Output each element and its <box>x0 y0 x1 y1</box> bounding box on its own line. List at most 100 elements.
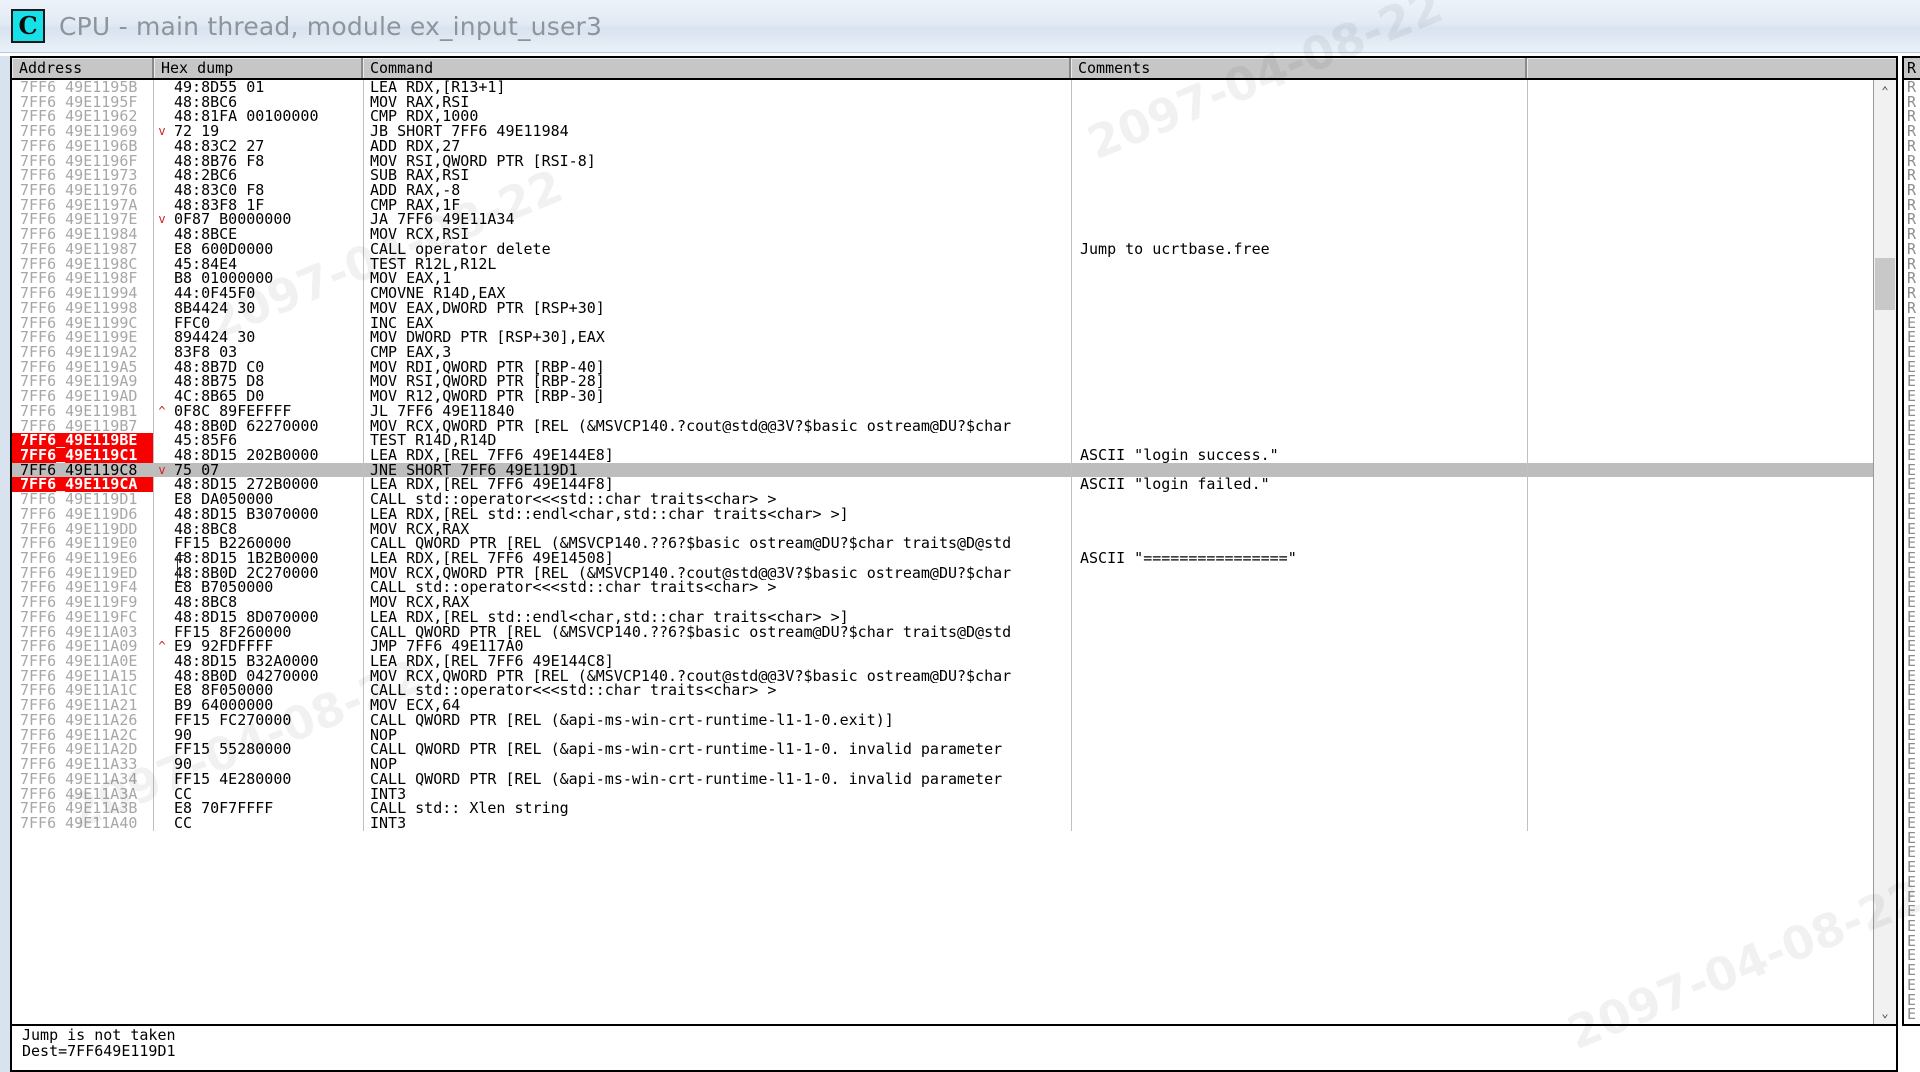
row-command[interactable]: TEST R14D,R14D <box>363 433 1071 448</box>
row-comment[interactable] <box>1071 712 1527 728</box>
table-row[interactable]: 7FF6_49E119A5 48:8B7D C0 MOV RDI,QWORD PTR… <box>12 359 1896 375</box>
row-command[interactable]: SUB RAX,RSI <box>363 168 1071 184</box>
row-hexdump[interactable]: 44:0F45F0 <box>170 286 363 301</box>
row-comment[interactable] <box>1071 168 1527 184</box>
table-row[interactable]: 7FF6_49E1196B 48:83C2 27 ADD RDX,27 <box>12 138 1896 154</box>
row-command[interactable]: CMOVNE R14D,EAX <box>363 286 1071 301</box>
cpu-disassembly-pane[interactable]: Address Hex dump Command Comments 7FF6_4… <box>10 56 1898 1026</box>
row-comment[interactable] <box>1071 506 1527 522</box>
row-comment[interactable] <box>1071 815 1527 831</box>
row-address[interactable]: 7FF6_49E1196B <box>12 138 154 154</box>
row-address[interactable]: 7FF6_49E11987 <box>12 241 154 257</box>
row-command[interactable]: CMP RAX,1F <box>363 197 1071 213</box>
table-row[interactable]: 7FF6_49E119DD 48:8BC8 MOV RCX,RAX <box>12 521 1896 537</box>
row-hexdump[interactable]: 48:8D15 8D070000 <box>170 610 363 625</box>
table-row[interactable]: 7FF6_49E11998 8B4424 30 MOV EAX,DWORD PTR … <box>12 300 1896 316</box>
row-hexdump[interactable]: 48:2BC6 <box>170 168 363 183</box>
row-command[interactable]: NOP <box>363 757 1071 772</box>
table-row[interactable]: 7FF6_49E119CA 48:8D15 272B0000 LEA RDX,[RE… <box>12 477 1896 493</box>
row-comment[interactable] <box>1071 271 1527 287</box>
row-comment[interactable] <box>1071 256 1527 272</box>
row-address[interactable]: 7FF6_49E11973 <box>12 168 154 184</box>
row-address[interactable]: 7FF6_49E11A34 <box>12 771 154 787</box>
row-command[interactable]: MOV RCX,RAX <box>363 595 1071 610</box>
row-hexdump[interactable]: 45:85F6 <box>170 433 363 448</box>
table-row[interactable]: 7FF6_49E11994 44:0F45F0 CMOVNE R14D,EAX <box>12 286 1896 301</box>
row-command[interactable]: MOV RSI,QWORD PTR [RBP-28] <box>363 374 1071 390</box>
row-command[interactable]: MOV R12,QWORD PTR [RBP-30] <box>363 389 1071 404</box>
row-hexdump[interactable]: 48:81FA 00100000 <box>170 109 363 124</box>
row-hexdump[interactable]: FF15 B2260000 <box>170 536 363 551</box>
row-hexdump[interactable]: 83F8 03 <box>170 345 363 360</box>
row-hexdump[interactable]: E9 92FDFFFF <box>170 639 363 654</box>
row-hexdump[interactable]: E8 600D0000 <box>170 242 363 257</box>
table-row[interactable]: 7FF6_49E11962 48:81FA 00100000 CMP RDX,100… <box>12 109 1896 125</box>
table-row[interactable]: 7FF6_49E1197A 48:83F8 1F CMP RAX,1F <box>12 197 1896 213</box>
row-comment[interactable] <box>1071 183 1527 198</box>
row-address[interactable]: 7FF6_49E11984 <box>12 227 154 242</box>
row-command[interactable]: LEA RDX,[REL std::endl<char,std::char_tr… <box>363 609 1071 625</box>
row-comment[interactable] <box>1071 389 1527 404</box>
row-address[interactable]: 7FF6_49E119ED <box>12 565 154 581</box>
row-hexdump[interactable]: 48:83C0 F8 <box>170 183 363 198</box>
row-command[interactable]: LEA RDX,[REL 7FF6_49E144C8] <box>363 654 1071 669</box>
row-command[interactable]: MOV DWORD PTR [RSP+30],EAX <box>363 330 1071 345</box>
row-command[interactable]: CALL QWORD PTR [REL (&api-ms-win-crt-run… <box>363 742 1071 758</box>
row-address[interactable]: 7FF6_49E1195F <box>12 94 154 110</box>
row-hexdump[interactable]: 48:8D15 B3070000 <box>170 507 363 522</box>
table-row[interactable]: 7FF6_49E119AD 4C:8B65 D0 MOV R12,QWORD PTR… <box>12 389 1896 404</box>
row-comment[interactable] <box>1071 344 1527 360</box>
table-row[interactable]: 7FF6_49E11A33 90 NOP <box>12 757 1896 772</box>
row-command[interactable]: CALL QWORD PTR [REL (&MSVCP140.??6?$basi… <box>363 536 1071 551</box>
row-command[interactable]: CALL QWORD PTR [REL (&api-ms-win-crt-run… <box>363 712 1071 728</box>
table-row[interactable]: 7FF6_49E1195B 49:8D55 01 LEA RDX,[R13+1] <box>12 80 1896 95</box>
row-comment[interactable] <box>1071 742 1527 758</box>
row-address[interactable]: 7FF6_49E119CA <box>12 477 154 493</box>
row-hexdump[interactable]: 48:8B76 F8 <box>170 154 363 169</box>
row-address[interactable]: 7FF6_49E119C1 <box>12 447 154 463</box>
row-hexdump[interactable]: 48:8BC8 <box>170 522 363 537</box>
row-hexdump[interactable]: 0F8C 89FEFFFF <box>170 404 363 419</box>
table-row[interactable]: 7FF6_49E119C8 v 75 07 JNE SHORT 7FF6_49E119… <box>12 462 1896 478</box>
row-command[interactable]: MOV ECX,64 <box>363 698 1071 713</box>
row-comment[interactable] <box>1071 683 1527 699</box>
row-hexdump[interactable]: E8 DA050000 <box>170 492 363 507</box>
row-address[interactable]: 7FF6_49E11A0E <box>12 654 154 669</box>
table-row[interactable]: 7FF6_49E119F4 E8 B7050000 CALL std::operat… <box>12 580 1896 596</box>
table-row[interactable]: 7FF6_49E119B7 48:8B0D 62270000 MOV RCX,QWO… <box>12 418 1896 434</box>
row-hexdump[interactable]: CC <box>170 787 363 802</box>
row-command[interactable]: INT3 <box>363 786 1071 802</box>
table-row[interactable]: 7FF6_49E119F9 48:8BC8 MOV RCX,RAX <box>12 595 1896 610</box>
row-address[interactable]: 7FF6_49E11A3B <box>12 801 154 816</box>
row-address[interactable]: 7FF6_49E1197A <box>12 197 154 213</box>
table-row[interactable]: 7FF6_49E119E0 FF15 B2260000 CALL QWORD PTR… <box>12 536 1896 551</box>
row-comment[interactable] <box>1071 521 1527 537</box>
row-hexdump[interactable]: 90 <box>170 757 363 772</box>
row-address[interactable]: 7FF6_49E119D1 <box>12 492 154 507</box>
row-hexdump[interactable]: 72 19 <box>170 124 363 139</box>
row-comment[interactable] <box>1071 698 1527 713</box>
row-address[interactable]: 7FF6_49E1197E <box>12 212 154 228</box>
row-address[interactable]: 7FF6_49E11976 <box>12 183 154 198</box>
row-hexdump[interactable]: 48:8BC8 <box>170 595 363 610</box>
row-hexdump[interactable]: 48:8D15 272B0000 <box>170 477 363 492</box>
row-command[interactable]: JA 7FF6_49E11A34 <box>363 212 1071 228</box>
row-comment[interactable] <box>1071 286 1527 301</box>
row-comment[interactable] <box>1071 315 1527 331</box>
row-command[interactable]: MOV RSI,QWORD PTR [RSI-8] <box>363 153 1071 169</box>
row-address[interactable]: 7FF6_49E119DD <box>12 521 154 537</box>
row-address[interactable]: 7FF6_49E1195B <box>12 80 154 95</box>
row-comment[interactable] <box>1071 403 1527 419</box>
row-comment[interactable] <box>1071 124 1527 139</box>
row-comment[interactable] <box>1071 462 1527 478</box>
table-row[interactable]: 7FF6_49E11A3A CC INT3 <box>12 786 1896 802</box>
table-row[interactable]: 7FF6_49E1198C 45:84E4 TEST R12L,R12L <box>12 256 1896 272</box>
row-comment[interactable] <box>1071 374 1527 390</box>
row-comment[interactable] <box>1071 624 1527 640</box>
table-row[interactable]: 7FF6_49E11A03 FF15 8F260000 CALL QWORD PTR… <box>12 624 1896 640</box>
row-address[interactable]: 7FF6_49E119E6 <box>12 551 154 566</box>
row-comment[interactable] <box>1071 227 1527 242</box>
registers-pane[interactable]: R RRRRRRRRRRRRRRRREEEEEEEEEEEEEEEEEEEEEE… <box>1902 56 1920 1026</box>
row-command[interactable]: LEA RDX,[R13+1] <box>363 80 1071 95</box>
row-comment[interactable] <box>1071 138 1527 154</box>
